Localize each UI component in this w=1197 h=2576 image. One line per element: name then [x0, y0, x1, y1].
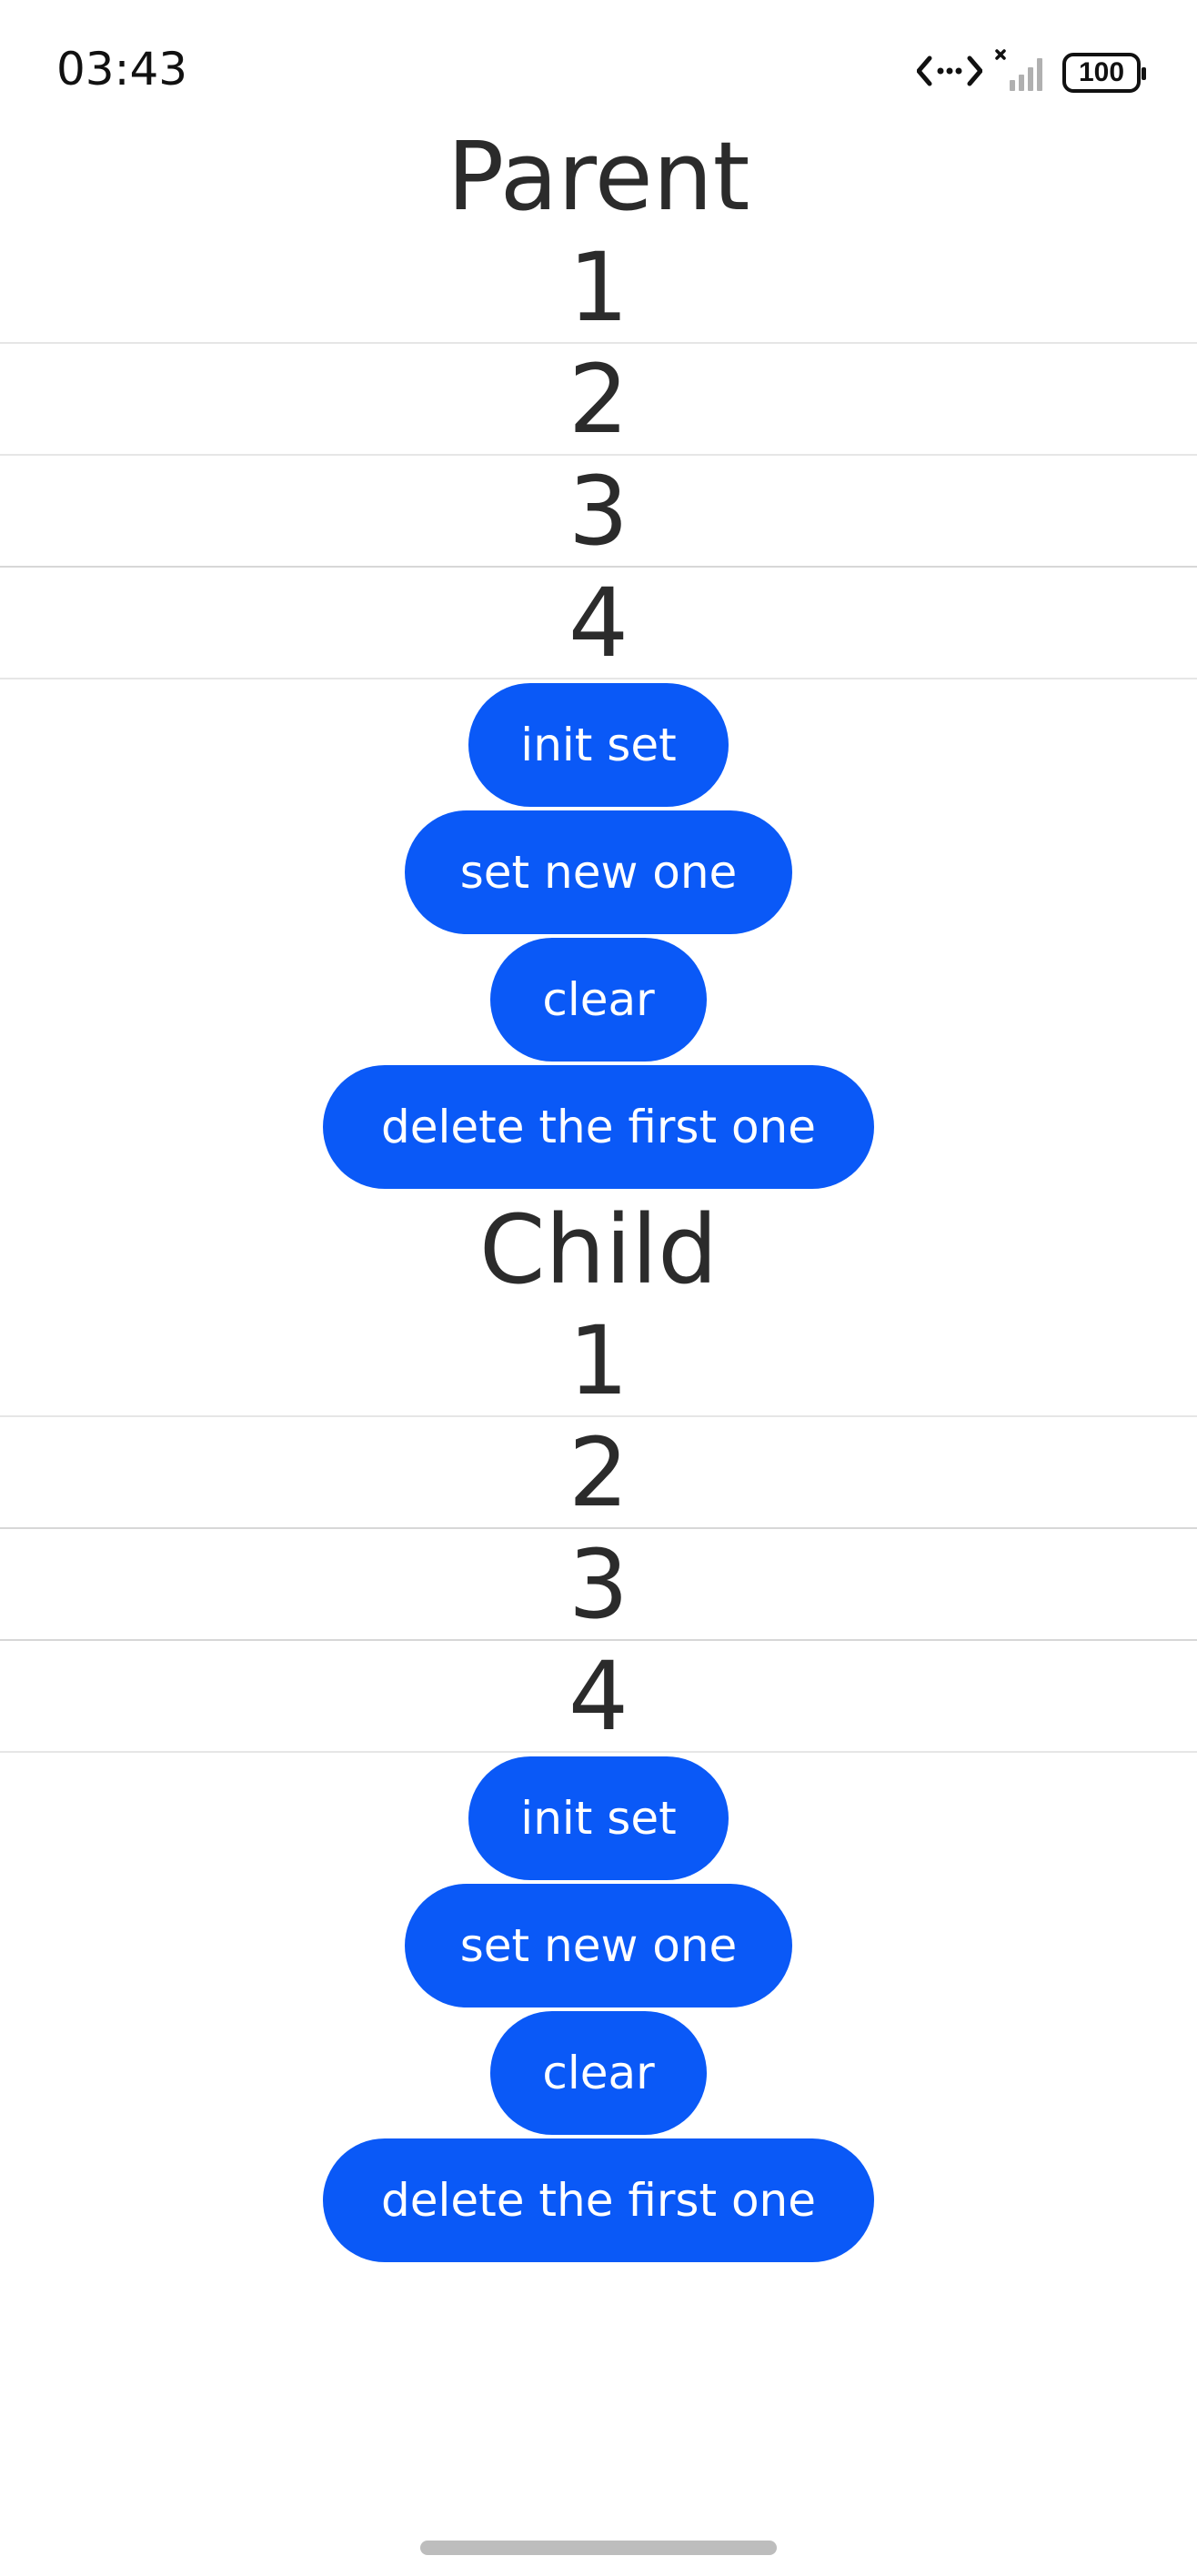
child-set-new-one-button[interactable]: set new one [405, 1884, 792, 2007]
status-icons: 100 [916, 45, 1146, 100]
child-section: Child 1 2 3 4 init set set new one clear… [0, 1194, 1197, 2262]
child-list-item-4: 4 [0, 1641, 1197, 1753]
parent-list-item-1: 1 [0, 232, 1197, 344]
status-bar: 03:43 100 [0, 0, 1197, 136]
parent-init-set-button[interactable]: init set [468, 683, 729, 807]
child-list-item-1: 1 [0, 1305, 1197, 1417]
child-delete-first-button[interactable]: delete the first one [323, 2138, 874, 2262]
child-button-group: init set set new one clear delete the fi… [0, 1753, 1197, 2262]
battery-icon: 100 [1062, 53, 1146, 93]
child-clear-button[interactable]: clear [490, 2011, 707, 2135]
network-transfer-icon [916, 51, 983, 95]
parent-clear-button[interactable]: clear [490, 938, 707, 1062]
parent-set-new-one-button[interactable]: set new one [405, 810, 792, 934]
parent-title: Parent [447, 121, 750, 232]
status-time: 03:43 [56, 43, 188, 96]
child-title: Child [478, 1194, 719, 1305]
child-list-item-3: 3 [0, 1529, 1197, 1641]
parent-list-item-2: 2 [0, 344, 1197, 456]
parent-list-item-3: 3 [0, 456, 1197, 568]
home-indicator[interactable] [420, 2541, 777, 2555]
parent-section: Parent 1 2 3 4 init set set new one clea… [0, 121, 1197, 1189]
child-init-set-button[interactable]: init set [468, 1756, 729, 1880]
battery-level: 100 [1078, 57, 1125, 87]
parent-list-item-4: 4 [0, 568, 1197, 679]
parent-button-group: init set set new one clear delete the fi… [0, 679, 1197, 1189]
child-list-item-2: 2 [0, 1417, 1197, 1529]
no-signal-icon [995, 49, 1050, 96]
parent-delete-first-button[interactable]: delete the first one [323, 1065, 874, 1189]
